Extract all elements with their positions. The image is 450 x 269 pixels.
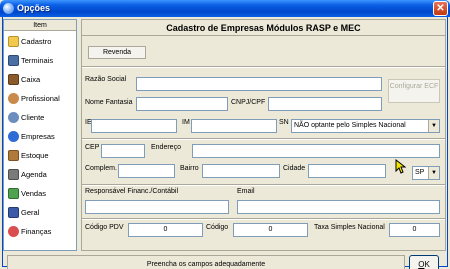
cnpj-cpf-label: CNPJ/CPF bbox=[231, 99, 266, 106]
sidebar-item-agenda[interactable]: Agenda bbox=[6, 167, 76, 182]
endereco-label: Endereço bbox=[151, 144, 181, 151]
codigo-label: Código bbox=[206, 224, 229, 231]
sn-select-value: NÃO optante pelo Simples Nacional bbox=[294, 122, 406, 129]
responsavel-field[interactable] bbox=[85, 200, 229, 214]
sidebar-item-label: Cadastro bbox=[21, 37, 52, 46]
sidebar-item-cliente[interactable]: Cliente bbox=[6, 110, 76, 125]
cnpj-cpf-field[interactable] bbox=[268, 97, 382, 111]
cep-label: CEP bbox=[85, 144, 100, 151]
endereco-field[interactable] bbox=[192, 144, 440, 158]
im-label: IM bbox=[182, 119, 190, 126]
sidebar-item-empresas[interactable]: Empresas bbox=[6, 129, 76, 144]
cidade-field[interactable] bbox=[308, 164, 386, 178]
info-icon bbox=[8, 131, 19, 142]
responsavel-label: Responsável Financ./Contábil bbox=[85, 188, 178, 195]
sidebar-item-label: Finanças bbox=[21, 227, 52, 236]
user-icon bbox=[8, 93, 19, 104]
status-message: Preencha os campos adequadamente bbox=[7, 255, 405, 269]
bairro-field[interactable] bbox=[202, 164, 280, 178]
cash-register-icon bbox=[8, 74, 19, 85]
sidebar-item-label: Caixa bbox=[21, 75, 41, 84]
complemento-label: Complem. bbox=[85, 165, 117, 172]
nome-fantasia-label: Nome Fantasia bbox=[85, 99, 133, 106]
terminal-icon bbox=[8, 55, 19, 66]
mouse-cursor-icon bbox=[395, 159, 406, 174]
email-field[interactable] bbox=[237, 200, 440, 214]
sidebar-item-terminais[interactable]: Terminais bbox=[6, 53, 76, 68]
ok-button-label: K bbox=[424, 260, 430, 269]
sidebar-item-cadastro[interactable]: Cadastro bbox=[6, 34, 76, 49]
razao-social-label: Razão Social bbox=[85, 76, 127, 83]
sn-label: SN bbox=[279, 119, 289, 126]
razao-social-field[interactable] bbox=[136, 77, 382, 91]
sidebar-item-label: Terminais bbox=[21, 56, 54, 65]
main-panel: Cadastro de Empresas Módulos RASP e MEC … bbox=[81, 19, 446, 251]
im-field[interactable] bbox=[191, 119, 277, 133]
chevron-down-icon[interactable]: ▼ bbox=[428, 120, 439, 132]
codigo-pdv-field[interactable]: 0 bbox=[128, 223, 203, 237]
complemento-field[interactable] bbox=[118, 164, 175, 178]
taxa-simples-label: Taxa Simples Nacional bbox=[314, 224, 385, 231]
sidebar-item-label: Vendas bbox=[21, 189, 47, 198]
ie-field[interactable] bbox=[91, 119, 177, 133]
sidebar-item-label: Agenda bbox=[21, 170, 47, 179]
folder-icon bbox=[8, 36, 19, 47]
sidebar-item-label: Cliente bbox=[21, 113, 45, 122]
client-icon bbox=[8, 112, 19, 123]
taxa-simples-field[interactable]: 0 bbox=[389, 223, 440, 237]
sn-select[interactable]: NÃO optante pelo Simples Nacional ▼ bbox=[291, 119, 440, 133]
bairro-label: Bairro bbox=[180, 165, 199, 172]
cidade-label: Cidade bbox=[283, 165, 306, 172]
sidebar-item-profissional[interactable]: Profissional bbox=[6, 91, 76, 106]
codigo-pdv-label: Código PDV bbox=[85, 224, 124, 231]
sidebar-item-vendas[interactable]: Vendas bbox=[6, 186, 76, 201]
divider bbox=[82, 218, 445, 220]
uf-select-value: SP bbox=[415, 169, 425, 176]
divider bbox=[82, 138, 445, 140]
chevron-down-icon[interactable]: ▼ bbox=[428, 167, 439, 179]
sidebar-header[interactable]: Item bbox=[4, 20, 76, 31]
divider bbox=[82, 66, 445, 68]
email-label: Email bbox=[237, 188, 255, 195]
app-icon bbox=[3, 3, 14, 14]
sidebar-item-financas[interactable]: Finanças bbox=[6, 224, 76, 239]
sidebar-item-label: Geral bbox=[21, 208, 40, 217]
page-title: Cadastro de Empresas Módulos RASP e MEC bbox=[82, 20, 445, 36]
divider bbox=[82, 184, 445, 186]
sidebar-item-label: Empresas bbox=[21, 132, 55, 141]
sidebar-item-label: Profissional bbox=[21, 94, 60, 103]
window-body: Item Cadastro Terminais Caixa Profission… bbox=[2, 17, 448, 269]
sidebar-item-caixa[interactable]: Caixa bbox=[6, 72, 76, 87]
sidebar-item-geral[interactable]: Geral bbox=[6, 205, 76, 220]
tab-revenda[interactable]: Revenda bbox=[88, 46, 146, 59]
agenda-icon bbox=[8, 169, 19, 180]
sidebar-item-label: Estoque bbox=[21, 151, 49, 160]
configurar-ecf-button[interactable]: Configurar ECF bbox=[388, 79, 440, 103]
nome-fantasia-field[interactable] bbox=[136, 97, 228, 111]
stock-icon bbox=[8, 150, 19, 161]
window-title: Opções bbox=[17, 3, 51, 13]
close-button[interactable]: ✕ bbox=[433, 1, 448, 16]
finance-icon bbox=[8, 226, 19, 237]
title-bar: Opções ✕ bbox=[0, 0, 450, 17]
ok-button[interactable]: OK bbox=[409, 255, 439, 269]
cep-field[interactable] bbox=[101, 144, 145, 158]
codigo-field[interactable]: 0 bbox=[233, 223, 308, 237]
general-icon bbox=[8, 207, 19, 218]
uf-select[interactable]: SP ▼ bbox=[412, 166, 440, 180]
sidebar: Item Cadastro Terminais Caixa Profission… bbox=[3, 19, 77, 251]
sales-icon bbox=[8, 188, 19, 199]
sidebar-item-estoque[interactable]: Estoque bbox=[6, 148, 76, 163]
